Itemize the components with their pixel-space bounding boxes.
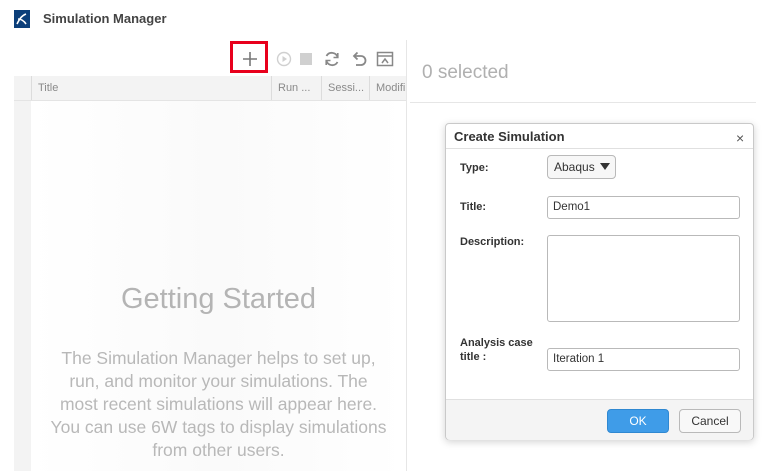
app-title: Simulation Manager <box>43 11 167 26</box>
type-select-value: Abaqus <box>554 160 595 174</box>
empty-state-line: The Simulation Manager helps to set up, <box>61 348 376 368</box>
close-icon[interactable]: × <box>736 130 744 146</box>
empty-state-description: The Simulation Manager helps to set up, … <box>31 347 406 462</box>
add-simulation-button[interactable] <box>241 50 259 68</box>
undo-icon <box>352 51 367 66</box>
column-header-modified[interactable]: Modifi <box>369 76 406 100</box>
dialog-divider <box>446 148 753 149</box>
ok-button[interactable]: OK <box>607 409 669 433</box>
stop-button[interactable] <box>297 50 315 68</box>
type-select[interactable]: Abaqus <box>547 155 616 179</box>
column-header-run[interactable]: Run ... <box>271 76 321 100</box>
display-button[interactable] <box>376 50 394 68</box>
grid-header: Title Run ... Sessi... Modifi <box>14 76 406 101</box>
empty-state: Getting Started The Simulation Manager h… <box>31 101 406 471</box>
empty-state-line: You can use 6W tags to display simulatio… <box>50 417 387 437</box>
app-header: Simulation Manager <box>0 0 770 38</box>
description-label: Description: <box>460 236 525 248</box>
simulation-list-panel: Title Run ... Sessi... Modifi Getting St… <box>14 40 406 471</box>
refresh-button[interactable] <box>323 50 341 68</box>
cancel-button[interactable]: Cancel <box>679 409 741 433</box>
ds-logo-icon <box>14 10 30 28</box>
dialog-footer: OK Cancel <box>446 399 753 440</box>
plus-icon <box>243 52 257 66</box>
type-label: Type: <box>460 162 489 174</box>
dialog-title: Create Simulation <box>454 129 565 144</box>
empty-state-line: from other users. <box>152 440 285 460</box>
grid-body: Getting Started The Simulation Manager h… <box>14 101 406 471</box>
empty-state-line: most recent simulations will appear here… <box>59 394 378 414</box>
create-simulation-dialog: Create Simulation × Type: Abaqus Title: … <box>445 123 754 440</box>
undo-button[interactable] <box>350 50 368 68</box>
title-input[interactable]: Demo1 <box>547 196 740 219</box>
run-button[interactable] <box>275 50 293 68</box>
row-gutter <box>14 101 32 471</box>
play-circle-icon <box>276 51 292 67</box>
analysis-label-line: Analysis case <box>460 337 533 349</box>
empty-state-title: Getting Started <box>120 283 317 315</box>
title-label: Title: <box>460 201 487 213</box>
analysis-case-title-label: Analysis case title : <box>460 336 533 364</box>
analysis-label-line: title : <box>460 351 487 363</box>
panel-divider <box>406 40 407 471</box>
chevron-down-icon <box>600 163 610 170</box>
column-header-session[interactable]: Sessi... <box>321 76 369 100</box>
stop-icon <box>300 53 312 65</box>
selection-count: 0 selected <box>422 62 509 83</box>
toolbar <box>14 40 406 76</box>
screen-icon <box>376 51 394 67</box>
refresh-icon <box>325 51 339 67</box>
empty-state-line: run, and monitor your simulations. The <box>69 371 368 391</box>
analysis-case-title-input[interactable]: Iteration 1 <box>547 348 740 371</box>
description-textarea[interactable] <box>547 235 740 322</box>
column-header-title[interactable]: Title <box>31 76 271 100</box>
selection-bar: 0 selected <box>410 40 756 103</box>
